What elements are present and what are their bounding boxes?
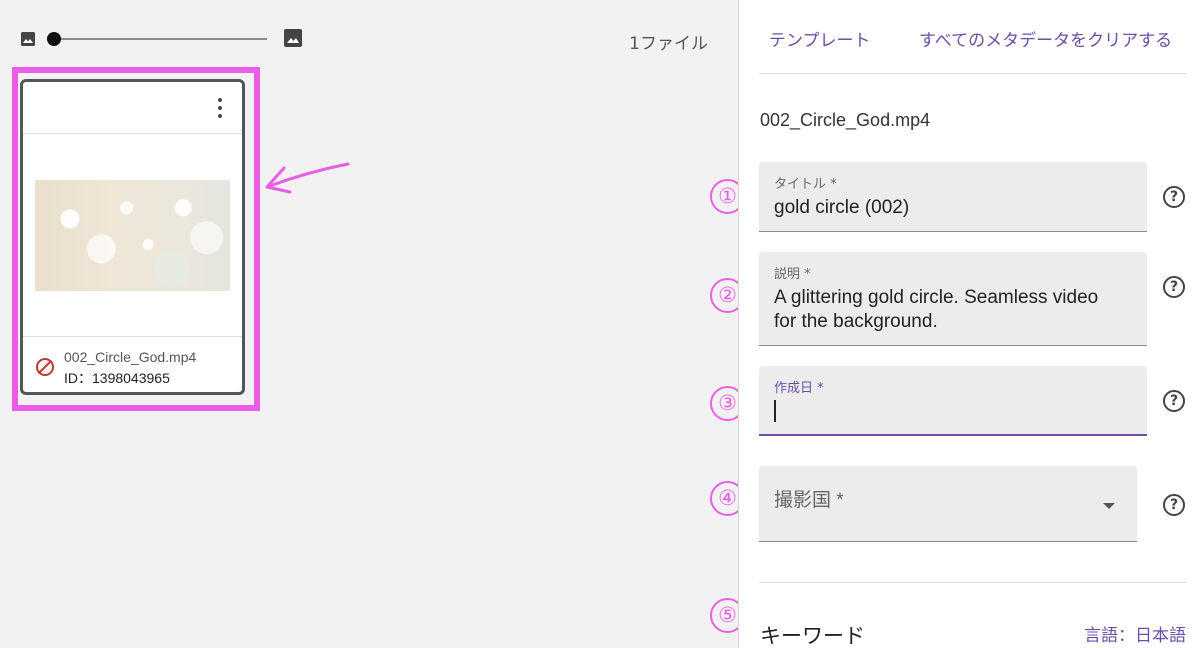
card-filename: 002_Circle_God.mp4 [64,349,197,365]
creation-date-label: 作成日 * [774,381,824,396]
description-value[interactable]: A glittering gold circle. Seamless video… [774,286,1124,334]
file-count: 1ファイル [629,34,708,54]
template-link[interactable]: テンプレート [769,26,871,51]
clear-all-metadata-link[interactable]: すべてのメタデータをクリアする [919,26,1172,51]
country-placeholder: 撮影国 * [774,490,844,511]
file-browser-pane: 1ファイル 002_Circle_God.mp4 ID：1398043965 [0,0,738,648]
thumbnail-size-slider[interactable] [47,32,267,46]
help-icon[interactable]: ? [1163,186,1185,208]
description-label: 説明 * [774,267,811,282]
country-select[interactable]: 撮影国 * [759,466,1137,542]
card-header [23,82,242,134]
selected-filename: 002_Circle_God.mp4 [760,110,931,130]
slider-track [53,38,267,40]
text-caret [774,400,776,422]
title-label: タイトル * [774,177,837,192]
keywords-heading: キーワード [760,624,865,648]
file-card[interactable]: 002_Circle_God.mp4 ID：1398043965 [20,79,245,395]
help-icon[interactable]: ? [1163,276,1185,298]
video-thumbnail[interactable] [35,180,230,291]
title-value[interactable]: gold circle (002) [774,196,909,220]
help-icon[interactable]: ? [1163,494,1185,516]
prohibited-icon [36,358,54,376]
metadata-panel: テンプレート すべてのメタデータをクリアする 002_Circle_God.mp… [738,0,1200,648]
image-large-icon[interactable] [283,28,303,48]
language-selector[interactable]: 言語：日本語 [1084,621,1186,646]
card-id: ID：1398043965 [64,370,170,386]
divider [759,582,1186,583]
title-field[interactable]: タイトル * gold circle (002) [759,162,1147,232]
description-field[interactable]: 説明 * A glittering gold circle. Seamless … [759,252,1147,346]
creation-date-field[interactable]: 作成日 * [759,366,1147,436]
kebab-menu-icon[interactable] [216,98,224,120]
dropdown-arrow-icon[interactable] [1103,503,1115,509]
image-small-icon[interactable] [20,31,36,47]
slider-thumb[interactable] [47,32,61,46]
card-footer: 002_Circle_God.mp4 ID：1398043965 [23,336,242,392]
help-icon[interactable]: ? [1163,390,1185,412]
annotation-arrow-icon [265,162,350,194]
divider [759,73,1186,74]
